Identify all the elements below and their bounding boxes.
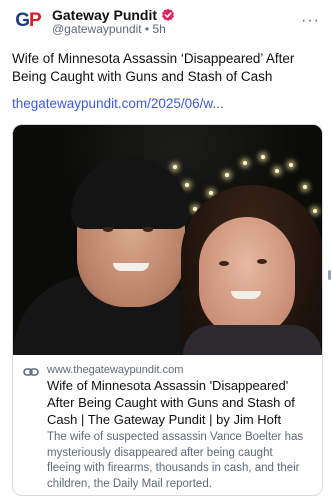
post-header: GP Gateway Pundit @gatewaypundit • 5h xyxy=(12,4,312,40)
preview-description: The wife of suspected assassin Vance Boe… xyxy=(47,431,304,490)
link-chain-icon xyxy=(23,368,39,376)
post-time: 5h xyxy=(152,22,166,37)
author-info: Gateway Pundit @gatewaypundit • 5h xyxy=(52,7,175,37)
preview-image xyxy=(13,125,322,355)
verified-check-icon xyxy=(162,8,174,22)
post: GP Gateway Pundit @gatewaypundit • 5h ··… xyxy=(0,0,334,500)
author-name[interactable]: Gateway Pundit xyxy=(52,7,157,23)
avatar-logo: GP xyxy=(15,10,41,31)
post-link[interactable]: thegatewaypundit.com/2025/06/w... xyxy=(12,96,224,111)
author-handle[interactable]: @gatewaypundit xyxy=(52,22,142,36)
post-meta: @gatewaypundit • 5h xyxy=(52,22,166,37)
avatar[interactable]: GP xyxy=(12,6,44,38)
more-options-icon[interactable]: ··· xyxy=(301,12,320,30)
preview-title[interactable]: Wife of Minnesota Assassin 'Disappeared'… xyxy=(47,377,315,428)
post-text: Wife of Minnesota Assassin ‘Disappeared’… xyxy=(12,51,295,84)
preview-domain: www.thegatewaypundit.com xyxy=(47,364,184,376)
link-preview-card[interactable]: www.thegatewaypundit.com Wife of Minneso… xyxy=(12,124,323,496)
name-row: Gateway Pundit xyxy=(52,7,175,23)
preview-info: www.thegatewaypundit.com Wife of Minneso… xyxy=(13,355,322,495)
scrollbar-thumb[interactable] xyxy=(328,270,331,280)
